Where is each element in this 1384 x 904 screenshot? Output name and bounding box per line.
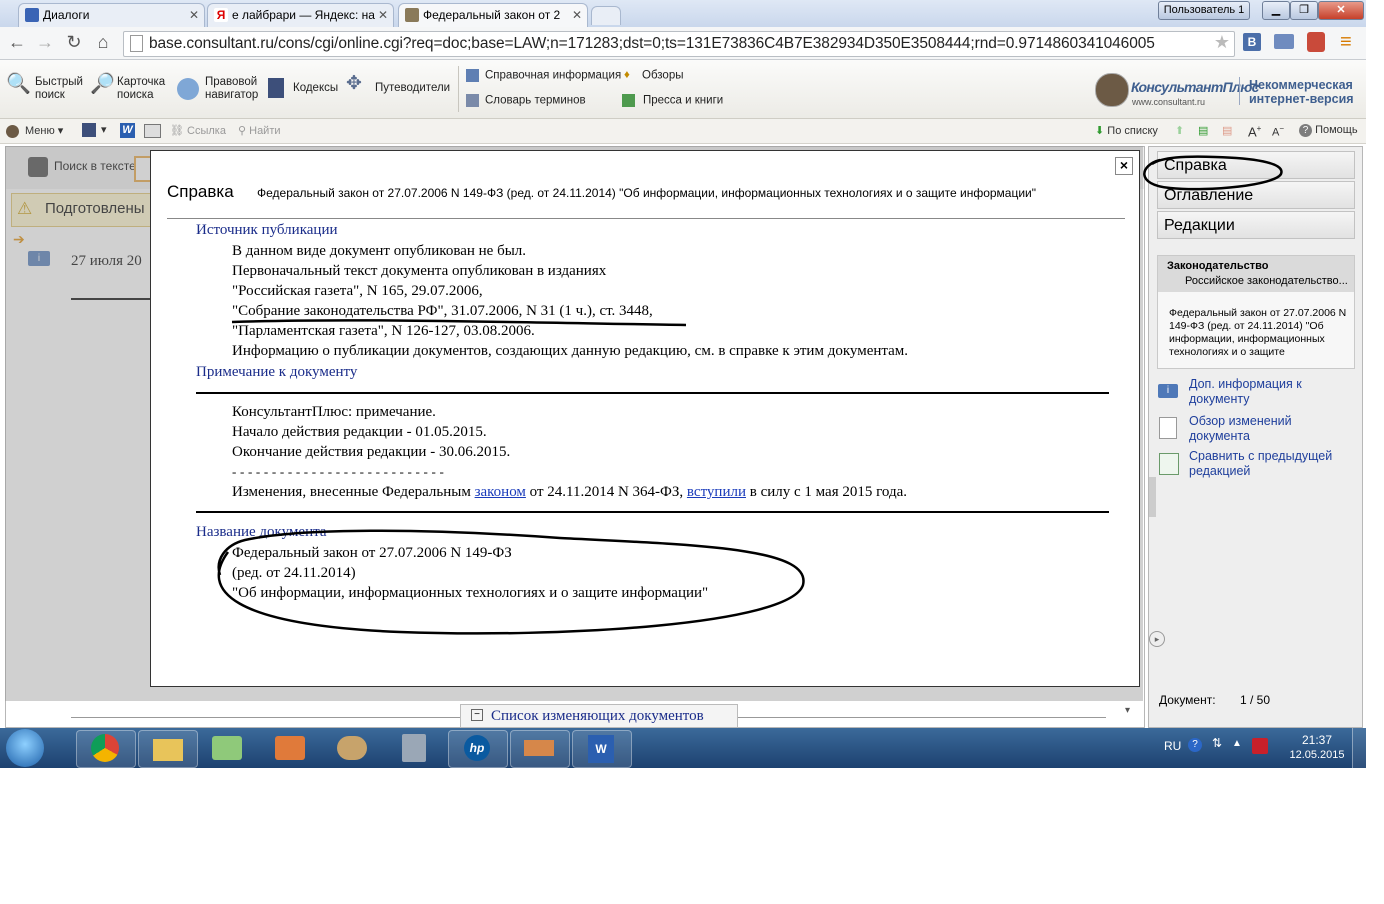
network-icon[interactable]: ⇅: [1212, 736, 1222, 750]
annotation-layer: [217, 155, 1283, 635]
word-icon: W: [588, 735, 614, 763]
app-taskbar-icon[interactable]: [510, 730, 570, 768]
hp-icon: hp: [464, 735, 490, 761]
circle-annotation-reference-tab: [1143, 155, 1283, 191]
tray-expand-icon[interactable]: ▲: [1232, 738, 1242, 749]
windows-taskbar: hp W RU ? ⇅ ▲ 21:37 12.05.2015: [0, 728, 1367, 768]
show-desktop-button[interactable]: [1352, 728, 1367, 768]
chrome-taskbar-icon[interactable]: [76, 730, 136, 768]
hp-taskbar-icon[interactable]: hp: [448, 730, 508, 768]
language-indicator[interactable]: RU: [1164, 739, 1181, 753]
paint-icon[interactable]: [337, 736, 367, 760]
circle-annotation-document-name: [217, 529, 805, 635]
adobe-tray-icon[interactable]: [1252, 738, 1268, 754]
word-taskbar-icon[interactable]: W: [572, 730, 632, 768]
help-tray-icon[interactable]: ?: [1188, 738, 1202, 752]
app-icon[interactable]: [212, 736, 242, 760]
app-icon: [524, 740, 554, 756]
clock[interactable]: 21:37 12.05.2015: [1289, 733, 1345, 763]
start-button[interactable]: [6, 729, 44, 767]
app-icon[interactable]: [275, 736, 305, 760]
underline-annotation: [231, 319, 687, 327]
calculator-icon[interactable]: [402, 734, 426, 762]
explorer-taskbar-icon[interactable]: [138, 730, 198, 768]
folder-icon: [153, 739, 183, 761]
chrome-icon: [91, 734, 119, 762]
